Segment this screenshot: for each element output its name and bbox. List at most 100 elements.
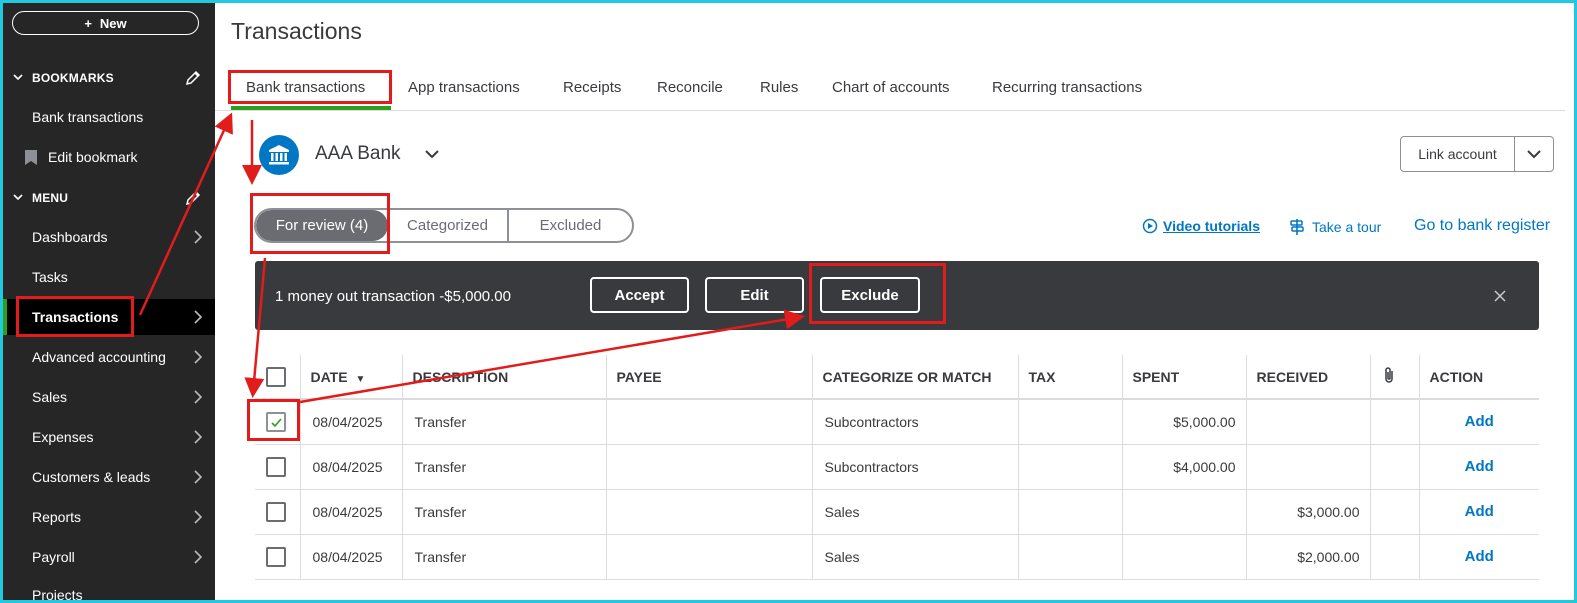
tab-rules[interactable]: Rules [760, 79, 798, 96]
sidebar-item-label: Edit bookmark [48, 149, 138, 165]
link-account-dropdown[interactable] [1515, 137, 1553, 171]
take-tour-label: Take a tour [1312, 219, 1382, 235]
row-checkbox[interactable] [266, 456, 286, 477]
menu-header-label: MENU [32, 191, 69, 205]
sidebar-item-customers-leads[interactable]: Customers & leads [3, 459, 215, 495]
sidebar-item-expenses[interactable]: Expenses [3, 419, 215, 455]
pencil-icon[interactable] [185, 70, 201, 86]
table-row[interactable]: 08/04/2025 Transfer Sales $2,000.00 Add [255, 534, 1539, 580]
bookmark-icon [25, 150, 37, 165]
link-account-label[interactable]: Link account [1401, 137, 1515, 171]
cell-date: 08/04/2025 [300, 534, 403, 580]
sidebar-item-tasks[interactable]: Tasks [3, 259, 215, 295]
go-to-bank-register-link[interactable]: Go to bank register [1414, 217, 1550, 235]
menu-header[interactable]: MENU [3, 183, 215, 213]
bookmarks-header-label: BOOKMARKS [32, 71, 114, 85]
cell-description: Transfer [402, 444, 607, 490]
chevron-down-icon[interactable] [424, 148, 440, 160]
categorized-tab[interactable]: Categorized [388, 210, 509, 241]
cell-payee[interactable] [606, 444, 813, 490]
table-header-row: DATE ▼ DESCRIPTION PAYEE CATEGORIZE OR M… [255, 355, 1539, 400]
tab-receipts[interactable]: Receipts [563, 79, 621, 96]
cell-category[interactable]: Sales [812, 489, 1019, 535]
sidebar-item-reports[interactable]: Reports [3, 499, 215, 535]
play-icon [1142, 218, 1158, 234]
add-action-link[interactable]: Add [1419, 444, 1539, 490]
add-action-link[interactable]: Add [1419, 399, 1539, 445]
tab-bank-transactions[interactable]: Bank transactions [246, 79, 365, 96]
cell-received [1246, 444, 1371, 490]
bookmarks-header[interactable]: BOOKMARKS [3, 63, 215, 93]
sidebar-item-label: Expenses [32, 429, 94, 445]
link-account-button[interactable]: Link account [1400, 136, 1554, 172]
cell-category[interactable]: Subcontractors [812, 399, 1019, 445]
take-tour-link[interactable]: Take a tour [1288, 218, 1381, 236]
batch-message: 1 money out transaction -$5,000.00 [275, 288, 511, 305]
tab-recurring-transactions[interactable]: Recurring transactions [992, 79, 1142, 96]
active-indicator [3, 299, 7, 335]
cell-description: Transfer [402, 534, 607, 580]
sidebar-item-edit-bookmark[interactable]: Edit bookmark [3, 139, 215, 175]
paperclip-icon [1384, 367, 1393, 383]
chevron-right-icon [194, 470, 203, 484]
cell-category[interactable]: Subcontractors [812, 444, 1019, 490]
cell-spent: $5,000.00 [1122, 399, 1247, 445]
checkmark-icon [271, 418, 282, 427]
sidebar: + New BOOKMARKS Bank transactions Edit b… [3, 3, 215, 600]
cell-payee[interactable] [606, 534, 813, 580]
chevron-down-icon [13, 74, 23, 81]
cell-tax [1018, 444, 1123, 490]
cell-received [1246, 399, 1371, 445]
for-review-tab[interactable]: For review (4) [256, 210, 388, 241]
cell-payee[interactable] [606, 489, 813, 535]
sidebar-item-bank-transactions[interactable]: Bank transactions [3, 99, 215, 135]
table-row[interactable]: 08/04/2025 Transfer Subcontractors $4,00… [255, 444, 1539, 490]
bank-account-name[interactable]: AAA Bank [315, 143, 401, 165]
excluded-tab[interactable]: Excluded [509, 210, 632, 241]
review-filter: For review (4) Categorized Excluded [254, 208, 634, 243]
table-row[interactable]: 08/04/2025 Transfer Sales $3,000.00 Add [255, 489, 1539, 535]
cell-spent: $4,000.00 [1122, 444, 1247, 490]
table-row[interactable]: 08/04/2025 Transfer Subcontractors $5,00… [255, 399, 1539, 445]
tab-app-transactions[interactable]: App transactions [408, 79, 520, 96]
cell-date: 08/04/2025 [300, 444, 403, 490]
sidebar-item-advanced-accounting[interactable]: Advanced accounting [3, 339, 215, 375]
chevron-down-icon [13, 194, 23, 201]
cell-payee[interactable] [606, 399, 813, 445]
exclude-button[interactable]: Exclude [820, 277, 920, 313]
chevron-right-icon [194, 510, 203, 524]
edit-button[interactable]: Edit [705, 277, 804, 313]
cell-spent [1122, 534, 1247, 580]
new-button[interactable]: + New [12, 11, 199, 35]
new-button-label: New [99, 15, 127, 31]
sidebar-item-payroll[interactable]: Payroll [3, 539, 215, 575]
select-all-checkbox[interactable] [266, 366, 286, 387]
sidebar-item-sales[interactable]: Sales [3, 379, 215, 415]
tab-reconcile[interactable]: Reconcile [657, 79, 723, 96]
close-icon[interactable] [1494, 290, 1506, 302]
chevron-right-icon [194, 230, 203, 244]
pencil-icon[interactable] [185, 190, 201, 206]
cell-attachment [1370, 399, 1420, 445]
cell-tax [1018, 399, 1123, 445]
sidebar-item-label: Payroll [32, 549, 75, 565]
sidebar-item-projects[interactable]: Projects [3, 577, 215, 600]
sidebar-item-label: Sales [32, 389, 68, 405]
accept-button[interactable]: Accept [590, 277, 689, 313]
sidebar-item-label: Projects [32, 587, 83, 600]
col-date[interactable]: DATE ▼ [300, 355, 403, 400]
add-action-link[interactable]: Add [1419, 534, 1539, 580]
tab-bar: Bank transactions App transactions Recei… [215, 66, 1565, 111]
sidebar-item-transactions[interactable]: Transactions [3, 299, 215, 335]
row-checkbox[interactable] [266, 411, 286, 432]
tab-chart-of-accounts[interactable]: Chart of accounts [832, 79, 950, 96]
cell-category[interactable]: Sales [812, 534, 1019, 580]
add-action-link[interactable]: Add [1419, 489, 1539, 535]
video-tutorials-link[interactable]: Video tutorials [1142, 218, 1260, 234]
row-checkbox[interactable] [266, 546, 286, 567]
col-categorize: CATEGORIZE OR MATCH [812, 355, 1019, 400]
col-description: DESCRIPTION [402, 355, 607, 400]
sidebar-item-dashboards[interactable]: Dashboards [3, 219, 215, 255]
row-checkbox[interactable] [266, 501, 286, 522]
cell-description: Transfer [402, 399, 607, 445]
